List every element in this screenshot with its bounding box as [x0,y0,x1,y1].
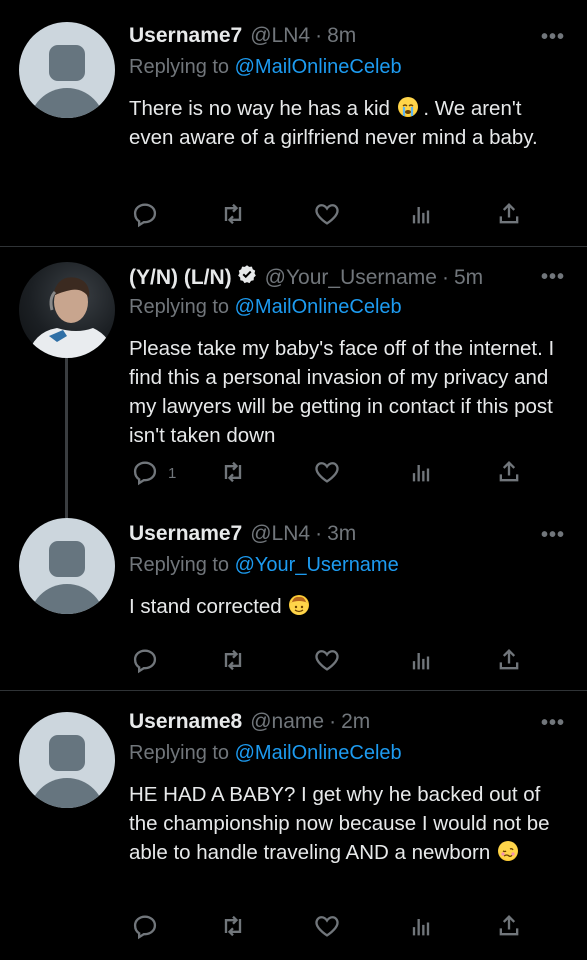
tweet-header: Username8 @name · 2m [129,710,531,740]
display-name[interactable]: (Y/N) (L/N) [129,266,232,290]
more-icon[interactable]: ••• [541,26,565,49]
user-handle[interactable]: @Your_Username [265,266,437,290]
timestamp[interactable]: 3m [327,522,356,546]
tweet[interactable]: Username7 @LN4 · 3m ••• Replying to @You… [0,502,587,690]
user-handle[interactable]: @name [250,710,324,734]
tweet-text: Please take my baby's face off of the in… [129,337,555,447]
timestamp[interactable]: 5m [454,266,483,290]
avatar-head [49,45,85,81]
replying-to-prefix: Replying to [129,56,230,78]
replying-to-mention[interactable]: @Your_Username [235,554,399,576]
tweet-actions: 1 [129,458,529,488]
tweet[interactable]: Username8 @name · 2m ••• Replying to @Ma… [0,690,587,960]
reply-icon[interactable] [131,646,161,676]
woozy-face-icon [497,841,518,861]
loudly-crying-face-icon [397,97,418,117]
tweet-text: There is no way he has a kid . We aren't… [129,94,559,152]
retweet-icon[interactable] [219,912,249,942]
cowboy-face-icon [289,595,310,615]
replying-to: Replying to @MailOnlineCeleb [129,296,402,319]
avatar-head [49,735,85,771]
replying-to-prefix: Replying to [129,296,230,318]
avatar[interactable] [19,518,115,614]
more-icon[interactable]: ••• [541,524,565,547]
avatar-body [29,778,105,808]
analytics-icon[interactable] [407,200,437,230]
replying-to: Replying to @MailOnlineCeleb [129,742,402,765]
analytics-icon[interactable] [407,458,437,488]
replying-to: Replying to @MailOnlineCeleb [129,56,402,79]
replying-to-prefix: Replying to [129,554,230,576]
like-icon[interactable] [313,200,343,230]
display-name[interactable]: Username7 [129,522,242,546]
tweet-text-part: HE HAD A BABY? I get why he backed out o… [129,783,550,864]
share-icon[interactable] [495,200,525,230]
user-handle[interactable]: @LN4 [250,522,310,546]
analytics-icon[interactable] [407,646,437,676]
timestamp[interactable]: 8m [327,24,356,48]
avatar[interactable] [19,262,115,358]
avatar-body [29,584,105,614]
share-icon[interactable] [495,646,525,676]
verified-badge-icon [237,264,257,284]
tweet-header: (Y/N) (L/N) @Your_Username · 5m [129,264,531,294]
tweet-text: I stand corrected [129,592,559,621]
avatar-head [49,541,85,577]
more-icon[interactable]: ••• [541,712,565,735]
retweet-icon[interactable] [219,646,249,676]
tweet-header: Username7 @LN4 · 3m [129,522,531,552]
like-icon[interactable] [313,646,343,676]
user-handle[interactable]: @LN4 [250,24,310,48]
reply-icon[interactable] [131,200,161,230]
separator-dot: · [315,522,323,545]
tweet[interactable]: Username7 @LN4 · 8m ••• Replying to @Mai… [0,0,587,246]
retweet-icon[interactable] [219,200,249,230]
tweet-text: HE HAD A BABY? I get why he backed out o… [129,780,559,867]
separator-dot: · [441,266,449,289]
tweet[interactable]: (Y/N) (L/N) @Your_Username · 5m ••• Repl… [0,240,587,512]
tweet-actions [129,912,529,942]
tweet-header: Username7 @LN4 · 8m [129,24,531,54]
tweet-text-part: I stand corrected [129,595,282,618]
timestamp[interactable]: 2m [341,710,370,734]
avatar-body [29,88,105,118]
like-icon[interactable] [313,458,343,488]
replying-to-prefix: Replying to [129,742,230,764]
profile-photo-icon [27,277,115,358]
tweet-actions [129,200,529,230]
display-name[interactable]: Username7 [129,24,242,48]
replying-to-mention[interactable]: @MailOnlineCeleb [235,742,402,764]
avatar[interactable] [19,712,115,808]
more-icon[interactable]: ••• [541,266,565,289]
separator-dot: · [329,710,337,733]
replying-to: Replying to @Your_Username [129,554,399,577]
analytics-icon[interactable] [407,912,437,942]
reply-count: 1 [168,465,177,482]
avatar[interactable] [19,22,115,118]
separator-dot: · [315,24,323,47]
retweet-icon[interactable] [219,458,249,488]
reply-icon[interactable] [131,912,161,942]
share-icon[interactable] [495,458,525,488]
share-icon[interactable] [495,912,525,942]
like-icon[interactable] [313,912,343,942]
tweet-text-part: There is no way he has a kid [129,97,390,120]
reply-icon[interactable]: 1 [131,458,176,488]
replying-to-mention[interactable]: @MailOnlineCeleb [235,296,402,318]
replying-to-mention[interactable]: @MailOnlineCeleb [235,56,402,78]
display-name[interactable]: Username8 [129,710,242,734]
tweet-actions [129,646,529,676]
